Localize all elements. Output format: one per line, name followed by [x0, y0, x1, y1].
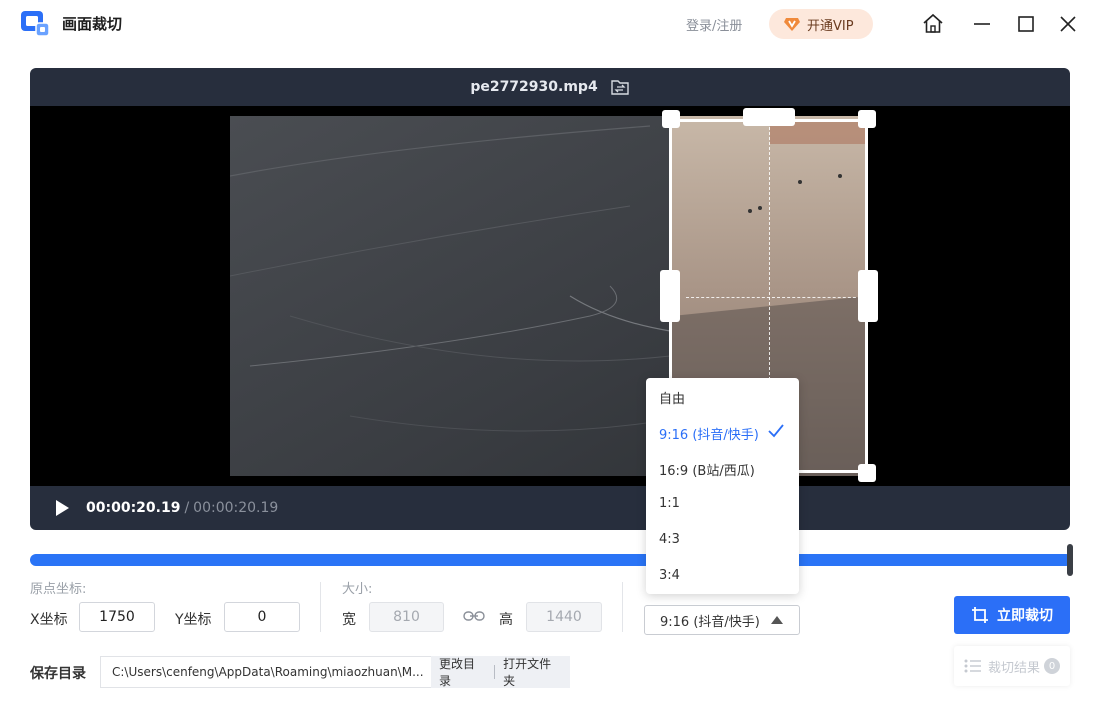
- height-label: 高: [499, 612, 513, 628]
- crop-icon: [972, 607, 988, 623]
- change-dir-button[interactable]: 更改目录: [431, 655, 494, 689]
- video-area[interactable]: [30, 106, 1070, 486]
- maximize-button[interactable]: [1014, 12, 1038, 36]
- crop-now-label: 立即裁切: [997, 608, 1053, 624]
- crop-results-label: 裁切结果: [987, 660, 1040, 676]
- ratio-option-9-16[interactable]: 9:16 (抖音/快手): [659, 424, 759, 443]
- divider: [622, 582, 623, 632]
- link-ratio-icon[interactable]: [463, 609, 485, 623]
- crop-handle-bottom-right[interactable]: [858, 464, 876, 482]
- title-bar: 画面裁切 登录/注册 开通VIP: [0, 0, 1100, 48]
- crop-handle-top-right[interactable]: [858, 110, 876, 128]
- size-label: 大小:: [342, 582, 373, 597]
- aspect-ratio-dropdown: 自由 9:16 (抖音/快手) 16:9 (B站/西瓜) 1:1 4:3 3:4: [646, 378, 799, 594]
- crop-handle-left[interactable]: [660, 270, 680, 322]
- replace-file-icon[interactable]: [610, 77, 630, 97]
- origin-label: 原点坐标:: [30, 582, 87, 597]
- vip-label: 开通VIP: [807, 18, 854, 34]
- app-logo-icon: [21, 11, 50, 37]
- vip-button[interactable]: 开通VIP: [769, 9, 873, 39]
- minimize-button[interactable]: [970, 12, 994, 36]
- ratio-option-3-4[interactable]: 3:4: [659, 568, 680, 583]
- video-player: pe2772930.mp4 00:00:20.19 / 00:00:20.19: [30, 68, 1070, 530]
- time-separator: /: [184, 500, 190, 516]
- width-input: 810: [369, 602, 444, 632]
- aspect-ratio-value: 9:16 (抖音/快手): [660, 614, 760, 630]
- save-dir-label: 保存目录: [30, 666, 86, 682]
- width-label: 宽: [342, 612, 356, 628]
- file-name: pe2772930.mp4: [470, 79, 598, 95]
- timeline-end-handle[interactable]: [1067, 544, 1073, 576]
- crop-guide-horizontal: [686, 297, 866, 298]
- divider: [320, 582, 321, 632]
- list-icon: [964, 659, 981, 673]
- play-icon[interactable]: [52, 498, 72, 518]
- ratio-option-free[interactable]: 自由: [659, 388, 685, 407]
- close-button[interactable]: [1056, 12, 1080, 36]
- player-header: pe2772930.mp4: [30, 68, 1070, 106]
- app-title: 画面裁切: [62, 15, 123, 33]
- save-path-field: C:\Users\cenfeng\AppData\Roaming\miaozhu…: [100, 656, 432, 688]
- maximize-icon: [1018, 16, 1034, 32]
- crop-handle-top[interactable]: [743, 108, 795, 126]
- player-controls: 00:00:20.19 / 00:00:20.19: [30, 486, 1070, 530]
- minimize-icon: [974, 23, 990, 25]
- save-actions: 更改目录 打开文件夹: [431, 656, 570, 688]
- login-link[interactable]: 登录/注册: [686, 15, 742, 34]
- x-label: X坐标: [30, 612, 68, 628]
- crop-handle-top-left[interactable]: [662, 110, 680, 128]
- ratio-option-4-3[interactable]: 4:3: [659, 532, 680, 547]
- caret-up-icon: [771, 616, 783, 624]
- check-icon: [768, 424, 784, 438]
- vip-badge-icon: [784, 18, 800, 31]
- total-time: 00:00:20.19: [193, 500, 279, 516]
- current-time: 00:00:20.19: [86, 500, 181, 516]
- aspect-ratio-select[interactable]: 9:16 (抖音/快手): [644, 605, 800, 635]
- crop-results-button[interactable]: 裁切结果 0: [954, 646, 1070, 686]
- close-icon: [1060, 16, 1076, 32]
- ratio-option-16-9[interactable]: 16:9 (B站/西瓜): [659, 460, 755, 479]
- timeline-bar[interactable]: [30, 554, 1072, 566]
- crop-results-count: 0: [1044, 658, 1060, 674]
- crop-now-button[interactable]: 立即裁切: [954, 596, 1070, 634]
- y-label: Y坐标: [175, 612, 212, 628]
- x-coordinate-input[interactable]: 1750: [79, 602, 155, 632]
- home-button[interactable]: [921, 12, 945, 36]
- height-input: 1440: [526, 602, 602, 632]
- ratio-option-1-1[interactable]: 1:1: [659, 496, 680, 511]
- crop-handle-right[interactable]: [858, 270, 878, 322]
- open-folder-button[interactable]: 打开文件夹: [495, 655, 570, 689]
- home-icon: [923, 13, 943, 33]
- y-coordinate-input[interactable]: 0: [224, 602, 300, 632]
